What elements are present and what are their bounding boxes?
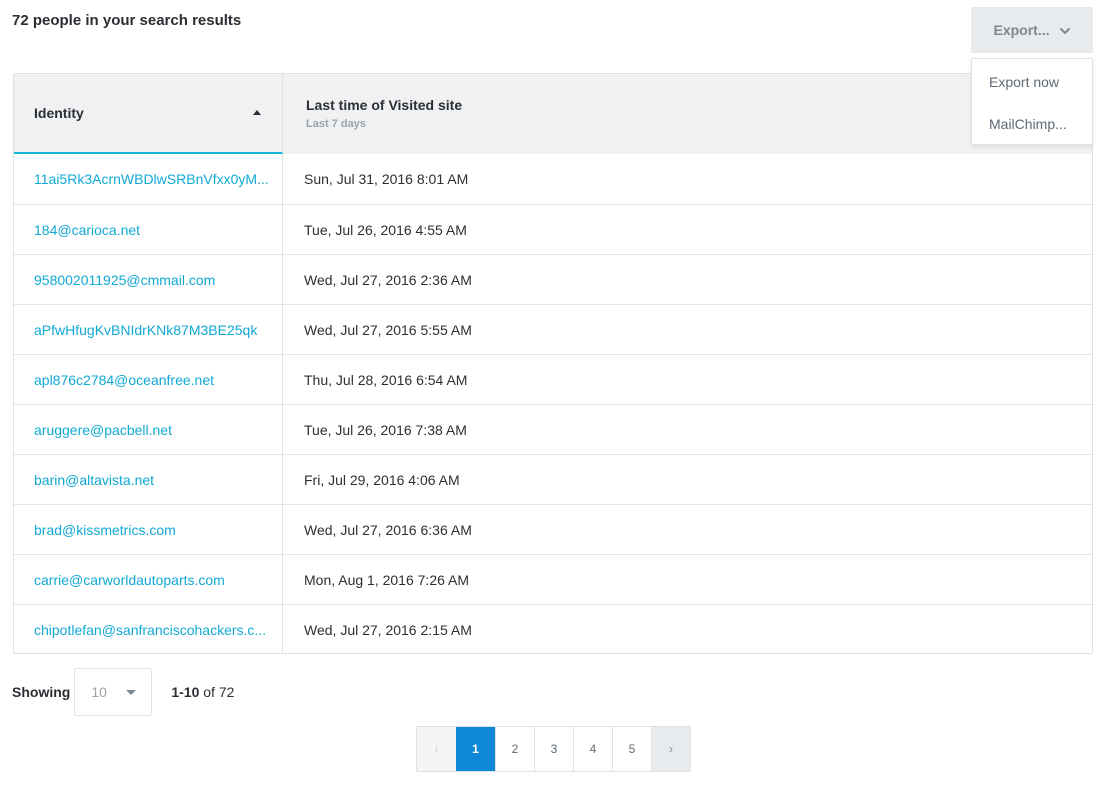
visited-cell: Thu, Jul 28, 2016 6:54 AM (304, 371, 468, 388)
identity-cell: aPfwHfugKvBNIdrKNk87M3BE25qk (14, 305, 283, 354)
pagination-prev-button[interactable]: ‹ (417, 727, 456, 771)
table-body: 11ai5Rk3AcrnWBDlwSRBnVfxx0yM... Sun, Jul… (14, 154, 1092, 653)
identity-link[interactable]: aruggere@pacbell.net (34, 422, 172, 438)
chevron-down-icon (1059, 24, 1071, 36)
pagination-page-3[interactable]: 3 (534, 727, 573, 771)
showing-controls: Showing 10 1-10 of 72 (12, 668, 234, 716)
visited-cell: Tue, Jul 26, 2016 4:55 AM (304, 221, 467, 238)
identity-cell: 958002011925@cmmail.com (14, 255, 283, 304)
table-row: chipotlefan@sanfranciscohackers.c... Wed… (14, 604, 1092, 653)
results-range-bold: 1-10 (171, 684, 200, 700)
identity-link[interactable]: carrie@carworldautoparts.com (34, 572, 225, 588)
identity-cell: chipotlefan@sanfranciscohackers.c... (14, 605, 283, 653)
visited-cell: Fri, Jul 29, 2016 4:06 AM (304, 471, 460, 488)
pagination-page-5[interactable]: 5 (612, 727, 651, 771)
identity-link[interactable]: apl876c2784@oceanfree.net (34, 372, 214, 388)
visited-cell: Wed, Jul 27, 2016 2:36 AM (304, 271, 472, 288)
pagination-page-4[interactable]: 4 (573, 727, 612, 771)
table-row: 11ai5Rk3AcrnWBDlwSRBnVfxx0yM... Sun, Jul… (14, 154, 1092, 204)
table-header: Identity Last time of Visited site Last … (14, 74, 1092, 154)
table-row: carrie@carworldautoparts.com Mon, Aug 1,… (14, 554, 1092, 604)
table-row: aruggere@pacbell.net Tue, Jul 26, 2016 7… (14, 404, 1092, 454)
export-button[interactable]: Export... (971, 7, 1093, 53)
visited-cell: Tue, Jul 26, 2016 7:38 AM (304, 421, 467, 438)
mailchimp-menu-item[interactable]: MailChimp... (972, 103, 1092, 145)
identity-column-header[interactable]: Identity (14, 74, 283, 154)
table-row: 184@carioca.net Tue, Jul 26, 2016 4:55 A… (14, 204, 1092, 254)
page: 72 people in your search results Export.… (0, 0, 1106, 791)
identity-cell: 11ai5Rk3AcrnWBDlwSRBnVfxx0yM... (14, 154, 283, 204)
table-row: brad@kissmetrics.com Wed, Jul 27, 2016 6… (14, 504, 1092, 554)
identity-link[interactable]: chipotlefan@sanfranciscohackers.c... (34, 622, 266, 638)
pagination-page-1[interactable]: 1 (456, 727, 495, 771)
identity-link[interactable]: brad@kissmetrics.com (34, 522, 176, 538)
visited-cell: Wed, Jul 27, 2016 5:55 AM (304, 321, 472, 338)
table-row: aPfwHfugKvBNIdrKNk87M3BE25qk Wed, Jul 27… (14, 304, 1092, 354)
table-row: barin@altavista.net Fri, Jul 29, 2016 4:… (14, 454, 1092, 504)
identity-cell: 184@carioca.net (14, 205, 283, 254)
identity-link[interactable]: barin@altavista.net (34, 472, 154, 488)
pagination: ‹ 1 2 3 4 5 › (416, 726, 691, 772)
results-range: 1-10 of 72 (171, 684, 234, 700)
export-button-label: Export... (993, 22, 1050, 38)
page-size-select[interactable]: 10 (74, 668, 153, 716)
visited-cell: Mon, Aug 1, 2016 7:26 AM (304, 571, 470, 588)
export-now-menu-item[interactable]: Export now (972, 61, 1092, 103)
identity-cell: brad@kissmetrics.com (14, 505, 283, 554)
table-row: 958002011925@cmmail.com Wed, Jul 27, 201… (14, 254, 1092, 304)
pagination-page-2[interactable]: 2 (495, 727, 534, 771)
results-range-total: of 72 (199, 684, 235, 700)
identity-link[interactable]: 184@carioca.net (34, 222, 140, 238)
results-title: 72 people in your search results (12, 12, 242, 29)
table-row: apl876c2784@oceanfree.net Thu, Jul 28, 2… (14, 354, 1092, 404)
export-dropdown-menu: Export now MailChimp... (971, 58, 1093, 145)
identity-cell: apl876c2784@oceanfree.net (14, 355, 283, 404)
identity-link[interactable]: aPfwHfugKvBNIdrKNk87M3BE25qk (34, 322, 257, 338)
caret-down-icon (126, 690, 137, 695)
identity-link[interactable]: 11ai5Rk3AcrnWBDlwSRBnVfxx0yM... (34, 171, 269, 187)
pagination-next-button[interactable]: › (651, 727, 690, 771)
identity-cell: carrie@carworldautoparts.com (14, 555, 283, 604)
page-size-value: 10 (91, 684, 107, 700)
identity-cell: barin@altavista.net (14, 455, 283, 504)
identity-link[interactable]: 958002011925@cmmail.com (34, 272, 215, 288)
showing-label: Showing (12, 684, 71, 700)
visited-cell: Sun, Jul 31, 2016 8:01 AM (304, 171, 469, 187)
identity-cell: aruggere@pacbell.net (14, 405, 283, 454)
sort-ascending-icon (253, 110, 261, 115)
identity-column-label: Identity (34, 105, 84, 121)
people-table: Identity Last time of Visited site Last … (13, 73, 1093, 654)
visited-cell: Wed, Jul 27, 2016 6:36 AM (304, 521, 472, 538)
visited-cell: Wed, Jul 27, 2016 2:15 AM (304, 621, 472, 638)
